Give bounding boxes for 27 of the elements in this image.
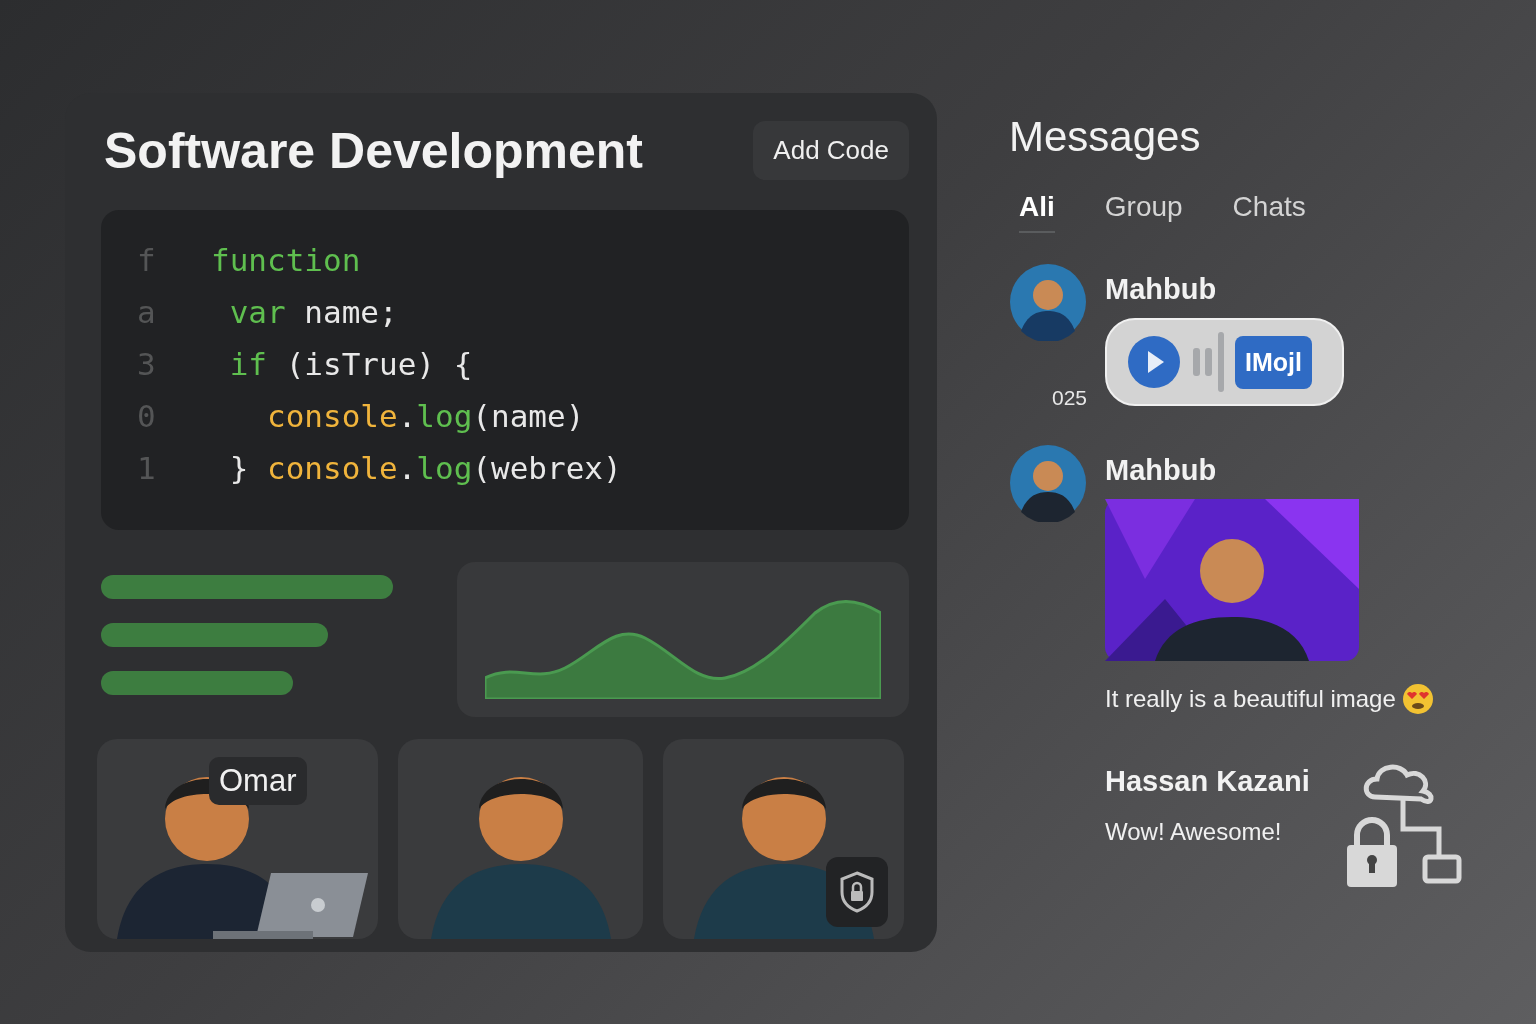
- sender-name: Hassan Kazani: [1105, 765, 1310, 798]
- shield-lock-icon: [838, 870, 876, 914]
- waveform-icon: [1191, 332, 1225, 392]
- sender-name: Mahbub: [1105, 273, 1218, 306]
- laptop-icon: [213, 873, 368, 939]
- code-line: var name;: [228, 294, 398, 330]
- messages-title: Messages: [1009, 113, 1202, 161]
- card-title: Software Development: [104, 121, 643, 180]
- imoji-badge[interactable]: IMojl: [1235, 335, 1312, 389]
- message-text: It really is a beautiful image: [1105, 685, 1396, 713]
- avatar-icon: [1009, 263, 1087, 341]
- tab[interactable]: Chats: [1232, 191, 1306, 233]
- code-line: function: [211, 242, 361, 278]
- security-button[interactable]: [826, 857, 888, 927]
- play-button-icon[interactable]: [1127, 335, 1181, 389]
- heart-eyes-emoji-icon: [1401, 683, 1434, 715]
- message-text: Wow! Awesome!: [1105, 818, 1283, 846]
- sender-name: Mahbub: [1105, 454, 1218, 487]
- add-code-button[interactable]: Add Code: [753, 121, 909, 180]
- tab[interactable]: Ali: [1019, 191, 1055, 233]
- avatar-icon: [1009, 444, 1087, 522]
- tab[interactable]: Group: [1104, 191, 1183, 233]
- code-line: console.log(name): [266, 398, 585, 434]
- code-line: if (isTrue) {: [228, 346, 473, 382]
- message-time: 025: [1051, 386, 1087, 410]
- code-line: } console.log(webrex): [228, 450, 622, 486]
- participant-name: Omar: [209, 757, 307, 805]
